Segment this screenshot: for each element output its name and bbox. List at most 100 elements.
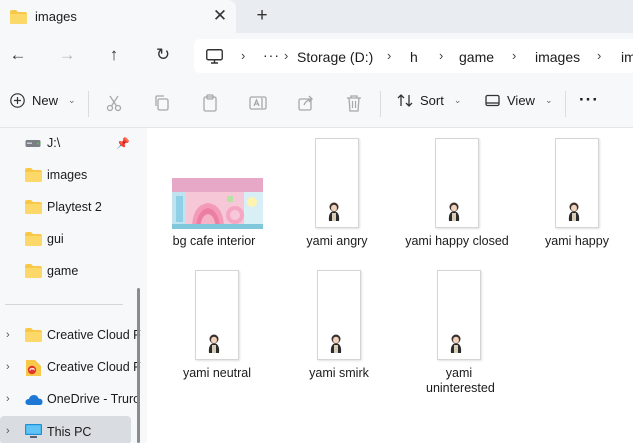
chevron-right-icon[interactable]: ›: [6, 361, 10, 373]
monitor-icon: [206, 49, 223, 64]
image-thumbnail: [435, 138, 479, 228]
folder-icon: [25, 264, 42, 278]
new-tab-button[interactable]: +: [254, 5, 270, 27]
file-name: yami uninterested: [426, 366, 495, 395]
chevron-right-icon[interactable]: ›: [6, 393, 10, 405]
title-bar: images ✕ +: [0, 0, 633, 33]
paste-icon[interactable]: [201, 94, 219, 112]
command-bar: New ⌄ Sort ⌄ View ⌄ ···: [0, 79, 633, 128]
character-sprite: [448, 202, 460, 221]
forward-arrow-icon[interactable]: →: [56, 44, 78, 66]
folder-icon: [10, 10, 27, 24]
creative-cloud-icon: [26, 360, 41, 376]
navigation-pane: J:\ 📌 images Playtest 2 gui game › Creat…: [0, 128, 147, 443]
sidebar-item-label: Playtest 2: [47, 200, 102, 214]
chevron-right-icon[interactable]: ›: [6, 329, 10, 341]
sidebar-item-label: game: [47, 264, 79, 278]
sidebar-item-label: images: [47, 168, 88, 182]
sidebar-item-j-drive[interactable]: J:\ 📌: [0, 130, 136, 158]
chevron-right-icon: ›: [512, 48, 517, 63]
image-thumbnail: [555, 138, 599, 228]
divider: [5, 304, 123, 305]
breadcrumb-storage[interactable]: Storage (D:): [297, 49, 373, 65]
folder-icon: [25, 328, 42, 342]
sort-icon: [397, 94, 413, 107]
view-icon: [485, 94, 500, 107]
folder-icon: [25, 232, 42, 246]
divider: [88, 91, 89, 117]
sidebar-item-this-pc[interactable]: › This PC: [0, 416, 131, 443]
sidebar-item-playtest-2[interactable]: Playtest 2: [0, 194, 136, 222]
divider: [565, 91, 566, 117]
sidebar-item-images[interactable]: images: [0, 162, 136, 190]
chevron-right-icon: ›: [241, 48, 246, 63]
sidebar-item-creative-cloud-files-2[interactable]: › Creative Cloud F: [0, 354, 141, 382]
sidebar-item-label: OneDrive - Truro: [47, 392, 141, 406]
new-button-label: New: [32, 93, 59, 108]
file-item-bg-cafe-interior[interactable]: bg cafe interior: [159, 136, 269, 254]
file-item-yami-uninterested[interactable]: yami uninterested: [404, 268, 514, 398]
share-icon[interactable]: [297, 94, 315, 112]
sidebar-item-onedrive[interactable]: › OneDrive - Truro: [0, 386, 140, 414]
image-thumbnail: [315, 138, 359, 228]
new-button[interactable]: New ⌄: [10, 93, 76, 108]
chevron-right-icon: ›: [284, 48, 289, 63]
cut-icon[interactable]: [105, 94, 123, 112]
character-sprite: [328, 202, 340, 221]
address-bar[interactable]: › ··· › Storage (D:) › h › game › images…: [194, 39, 633, 73]
copy-icon[interactable]: [153, 94, 171, 112]
file-item-yami-angry[interactable]: yami angry: [282, 136, 392, 254]
sidebar-scrollbar[interactable]: [137, 288, 140, 443]
sidebar-item-label: J:\: [47, 136, 61, 150]
file-item-yami-happy[interactable]: yami happy: [522, 136, 632, 254]
file-name: yami happy closed: [405, 234, 509, 248]
plus-circle-icon: [10, 93, 25, 108]
folder-icon: [25, 168, 42, 182]
up-arrow-icon[interactable]: ↑: [103, 44, 125, 66]
sidebar-item-gui[interactable]: gui: [0, 226, 136, 254]
delete-icon[interactable]: [345, 94, 363, 112]
sort-button-label: Sort: [420, 93, 444, 108]
breadcrumb-overflow-button[interactable]: ···: [263, 47, 280, 63]
file-name: yami angry: [306, 234, 368, 248]
image-thumbnail: [437, 270, 481, 360]
breadcrumb-images[interactable]: images: [535, 49, 580, 65]
sidebar-item-game[interactable]: game: [0, 258, 136, 286]
chevron-right-icon: ›: [439, 48, 444, 63]
breadcrumb-current[interactable]: im: [621, 49, 633, 65]
sidebar-item-creative-cloud-files[interactable]: › Creative Cloud F: [0, 322, 141, 350]
folder-icon: [25, 200, 42, 214]
chevron-right-icon: ›: [597, 48, 602, 63]
file-item-yami-smirk[interactable]: yami smirk: [284, 268, 394, 386]
onedrive-icon: [25, 395, 43, 405]
sidebar-item-label: gui: [47, 232, 64, 246]
close-tab-icon[interactable]: ✕: [212, 6, 228, 26]
navigation-bar: ← → ↑ ↻ › ··· › Storage (D:) › h › game …: [0, 33, 633, 79]
refresh-icon[interactable]: ↻: [152, 44, 174, 66]
file-item-yami-neutral[interactable]: yami neutral: [162, 268, 272, 386]
view-button-label: View: [507, 93, 535, 108]
rename-icon[interactable]: [249, 94, 267, 112]
pin-icon[interactable]: 📌: [116, 137, 130, 150]
sort-button[interactable]: Sort ⌄: [397, 93, 461, 108]
character-sprite: [208, 334, 220, 353]
file-item-yami-happy-closed[interactable]: yami happy closed: [402, 136, 512, 266]
sidebar-item-label: Creative Cloud F: [47, 328, 141, 342]
image-thumbnail: [172, 178, 263, 229]
chevron-right-icon: ›: [387, 48, 392, 63]
file-name: bg cafe interior: [172, 234, 256, 248]
view-button[interactable]: View ⌄: [485, 93, 553, 108]
file-name: yami neutral: [182, 366, 252, 380]
tab-images[interactable]: images ✕: [0, 0, 236, 33]
breadcrumb-h[interactable]: h: [410, 49, 418, 65]
character-sprite: [568, 202, 580, 221]
character-sprite: [450, 334, 462, 353]
back-arrow-icon[interactable]: ←: [7, 44, 29, 66]
breadcrumb-game[interactable]: game: [459, 49, 494, 65]
file-name: yami smirk: [309, 366, 369, 380]
sidebar-item-label: This PC: [47, 425, 92, 439]
chevron-right-icon[interactable]: ›: [6, 425, 10, 437]
chevron-down-icon: ⌄: [544, 95, 553, 105]
pc-icon: [25, 424, 42, 438]
see-more-button[interactable]: ···: [579, 90, 599, 110]
